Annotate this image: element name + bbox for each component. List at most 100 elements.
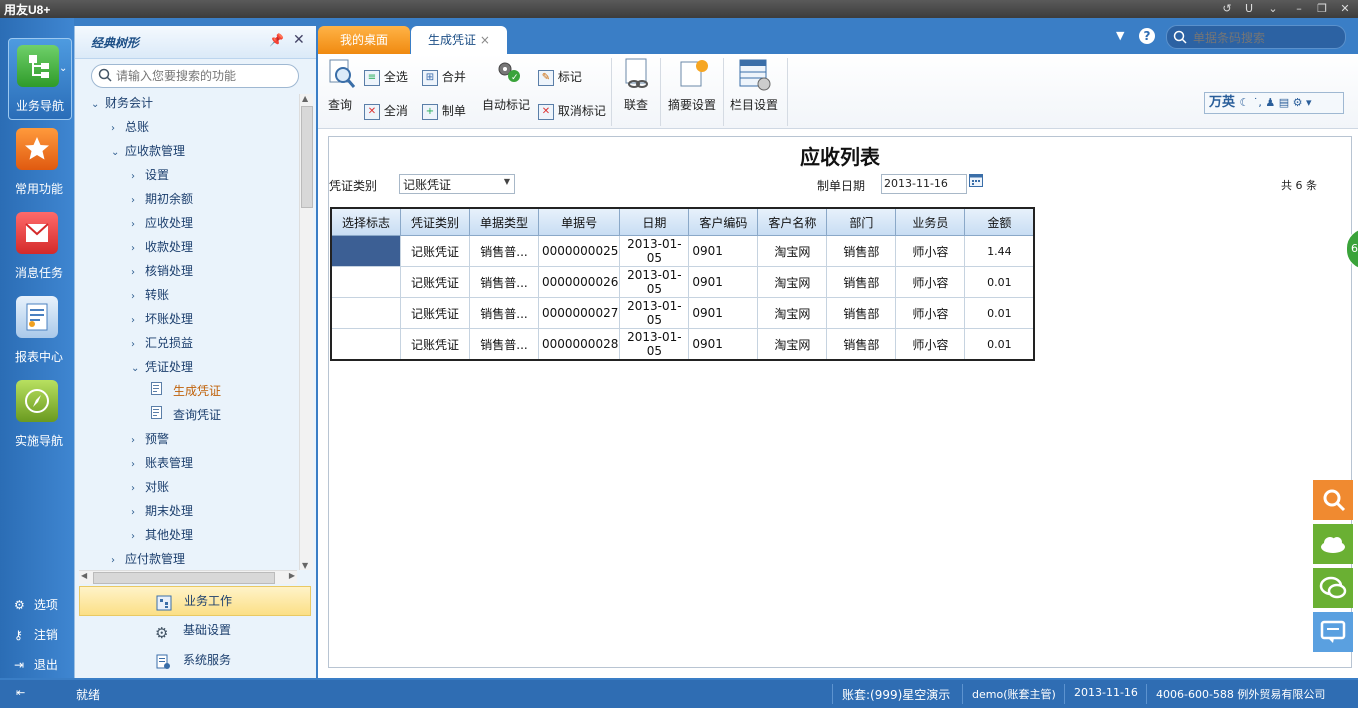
column-header[interactable]: 单据类型	[469, 207, 539, 236]
table-cell[interactable]	[330, 235, 401, 267]
auto-mark-button[interactable]: ✓ 自动标记	[482, 58, 532, 118]
tree-item[interactable]: › 坏账处理	[75, 307, 299, 331]
horizontal-scrollbar[interactable]: ◀ ▶	[79, 570, 297, 584]
tree-item[interactable]: › 应付款管理	[75, 547, 299, 571]
float-chat-button[interactable]	[1313, 568, 1353, 608]
select-all-button[interactable]: ≡ 全选	[364, 68, 408, 86]
tree-item[interactable]: › 账表管理	[75, 451, 299, 475]
undo-icon[interactable]: ↺	[1218, 1, 1236, 17]
tree-item[interactable]: › 期末处理	[75, 499, 299, 523]
restore-icon[interactable]: ❐	[1313, 1, 1331, 17]
column-header[interactable]: 金额	[964, 207, 1035, 236]
voucher-type-select[interactable]: 记账凭证 ▼	[399, 174, 515, 194]
tree-item[interactable]: ⌄ 凭证处理	[75, 355, 299, 379]
column-header[interactable]: 凭证类别	[400, 207, 470, 236]
tree-item[interactable]: 生成凭证	[75, 379, 299, 403]
calendar-icon[interactable]	[969, 173, 983, 190]
column-header[interactable]: 客户编码	[688, 207, 759, 236]
rail-message-tasks[interactable]: 消息任务	[8, 206, 70, 286]
table-row[interactable]: 记账凭证 销售普... 0000000026 2013-01-05 0901 淘宝网 销售部…	[330, 266, 1035, 298]
tree-item[interactable]: 查询凭证	[75, 403, 299, 427]
table-row[interactable]: 记账凭证 销售普... 0000000027 2013-01-05 0901 淘宝网 销售部…	[330, 297, 1035, 329]
merge-button[interactable]: ⊞ 合并	[422, 68, 466, 86]
float-search-button[interactable]	[1313, 480, 1353, 520]
column-header[interactable]: 客户名称	[757, 207, 828, 236]
column-header[interactable]: 单据号	[537, 207, 621, 236]
column-settings-button[interactable]: 栏目设置	[730, 58, 782, 118]
toolbar-separator	[611, 58, 612, 126]
tree-item[interactable]: › 预警	[75, 427, 299, 451]
tree-item[interactable]: › 收款处理	[75, 235, 299, 259]
table-cell[interactable]	[330, 328, 401, 361]
table-row[interactable]: 记账凭证 销售普... 0000000028 2013-01-05 0901 淘宝网 销售部…	[330, 328, 1035, 361]
column-header[interactable]: 部门	[826, 207, 897, 236]
ime-toolbar[interactable]: 万英 ☾ ˙, ♟ ▤ ⚙ ▾	[1204, 92, 1344, 114]
table-row[interactable]: 记账凭证 销售普... 0000000025 2013-01-05 0901 淘宝网 销售部…	[330, 235, 1035, 267]
tree-item[interactable]: › 对账	[75, 475, 299, 499]
business-work-tab[interactable]: 业务工作	[79, 586, 311, 616]
column-header[interactable]: 业务员	[895, 207, 966, 236]
tree-item[interactable]: › 总账	[75, 115, 299, 139]
toolbar-separator	[660, 58, 661, 126]
minimize-icon[interactable]: –	[1290, 1, 1308, 17]
exit-link[interactable]: ⇥ 退出	[14, 656, 58, 673]
rail-implementation-nav[interactable]: 实施导航	[8, 374, 70, 454]
linked-query-button[interactable]: 联查	[620, 58, 652, 118]
tab-generate-voucher[interactable]: 生成凭证 ×	[411, 26, 507, 54]
u-icon[interactable]: U	[1240, 1, 1258, 17]
tree-item[interactable]: ⌄ 财务会计	[75, 91, 299, 115]
tree-item[interactable]: ⌄ 应收款管理	[75, 139, 299, 163]
tab-my-desktop[interactable]: 我的桌面	[318, 26, 410, 54]
close-icon[interactable]: ✕	[293, 32, 305, 48]
column-header[interactable]: 选择标志	[330, 207, 401, 236]
tree-search-input[interactable]	[114, 67, 294, 85]
tree-item-label: 转账	[145, 288, 170, 302]
rail-report-center[interactable]: 报表中心	[8, 290, 70, 370]
chevron-right-icon: ›	[131, 291, 135, 302]
float-message-button[interactable]	[1313, 612, 1353, 652]
options-link[interactable]: ⚙ 选项	[14, 596, 58, 613]
tree-item-label: 应付款管理	[125, 552, 186, 566]
make-voucher-icon: +	[422, 103, 438, 120]
dropdown-icon[interactable]: ⌄	[1264, 1, 1282, 17]
table-cell[interactable]	[330, 266, 401, 298]
summary-settings-button[interactable]: 摘要设置	[666, 58, 718, 118]
deselect-all-button[interactable]: ✕ 全消	[364, 102, 408, 120]
vertical-scrollbar[interactable]: ▲ ▼	[299, 94, 313, 570]
table-cell[interactable]	[330, 297, 401, 329]
close-window-icon[interactable]: ✕	[1336, 1, 1354, 17]
tree-item[interactable]: › 应收处理	[75, 211, 299, 235]
logout-link[interactable]: ⚷ 注销	[14, 626, 58, 643]
tree-item[interactable]: › 其他处理	[75, 523, 299, 547]
help-icon[interactable]: ?	[1139, 28, 1155, 44]
status-user: demo(账套主管)	[972, 688, 1056, 701]
pin-icon[interactable]: 📌	[269, 33, 284, 47]
make-voucher-button[interactable]: + 制单	[422, 102, 466, 120]
system-service-tab[interactable]: 系统服务	[79, 646, 309, 674]
date-input[interactable]: 2013-11-16	[881, 174, 967, 194]
column-header[interactable]: 日期	[619, 207, 690, 236]
tree-item[interactable]: › 核销处理	[75, 259, 299, 283]
rail-label: 报表中心	[14, 350, 63, 364]
rail-common-functions[interactable]: 常用功能	[8, 122, 70, 202]
tree-item[interactable]: › 设置	[75, 163, 299, 187]
mark-button[interactable]: ✎ 标记	[538, 68, 582, 86]
tree-item-label: 财务会计	[105, 96, 154, 110]
tree-item[interactable]: › 期初余额	[75, 187, 299, 211]
basic-settings-tab[interactable]: ⚙ 基础设置	[79, 616, 309, 644]
cancel-mark-button[interactable]: ✕ 取消标记	[538, 102, 606, 120]
chevron-right-icon: ›	[131, 435, 135, 446]
search-icon	[1173, 29, 1187, 48]
column-settings-icon	[738, 58, 772, 92]
float-cloud-button[interactable]	[1313, 524, 1353, 564]
table-cell: 师小容	[895, 297, 966, 329]
tree-item[interactable]: › 转账	[75, 283, 299, 307]
tab-menu-chevron-icon[interactable]: ▼	[1116, 29, 1124, 42]
chevron-right-icon: ›	[131, 171, 135, 182]
chevron-down-icon[interactable]: ⌄	[59, 63, 67, 74]
query-button[interactable]: 查询	[326, 58, 356, 118]
tree-item[interactable]: › 汇兑损益	[75, 331, 299, 355]
rail-business-nav[interactable]: ⌄ 业务导航	[8, 38, 72, 120]
tab-close-icon[interactable]: ×	[480, 33, 490, 47]
barcode-search-input[interactable]	[1191, 29, 1343, 47]
